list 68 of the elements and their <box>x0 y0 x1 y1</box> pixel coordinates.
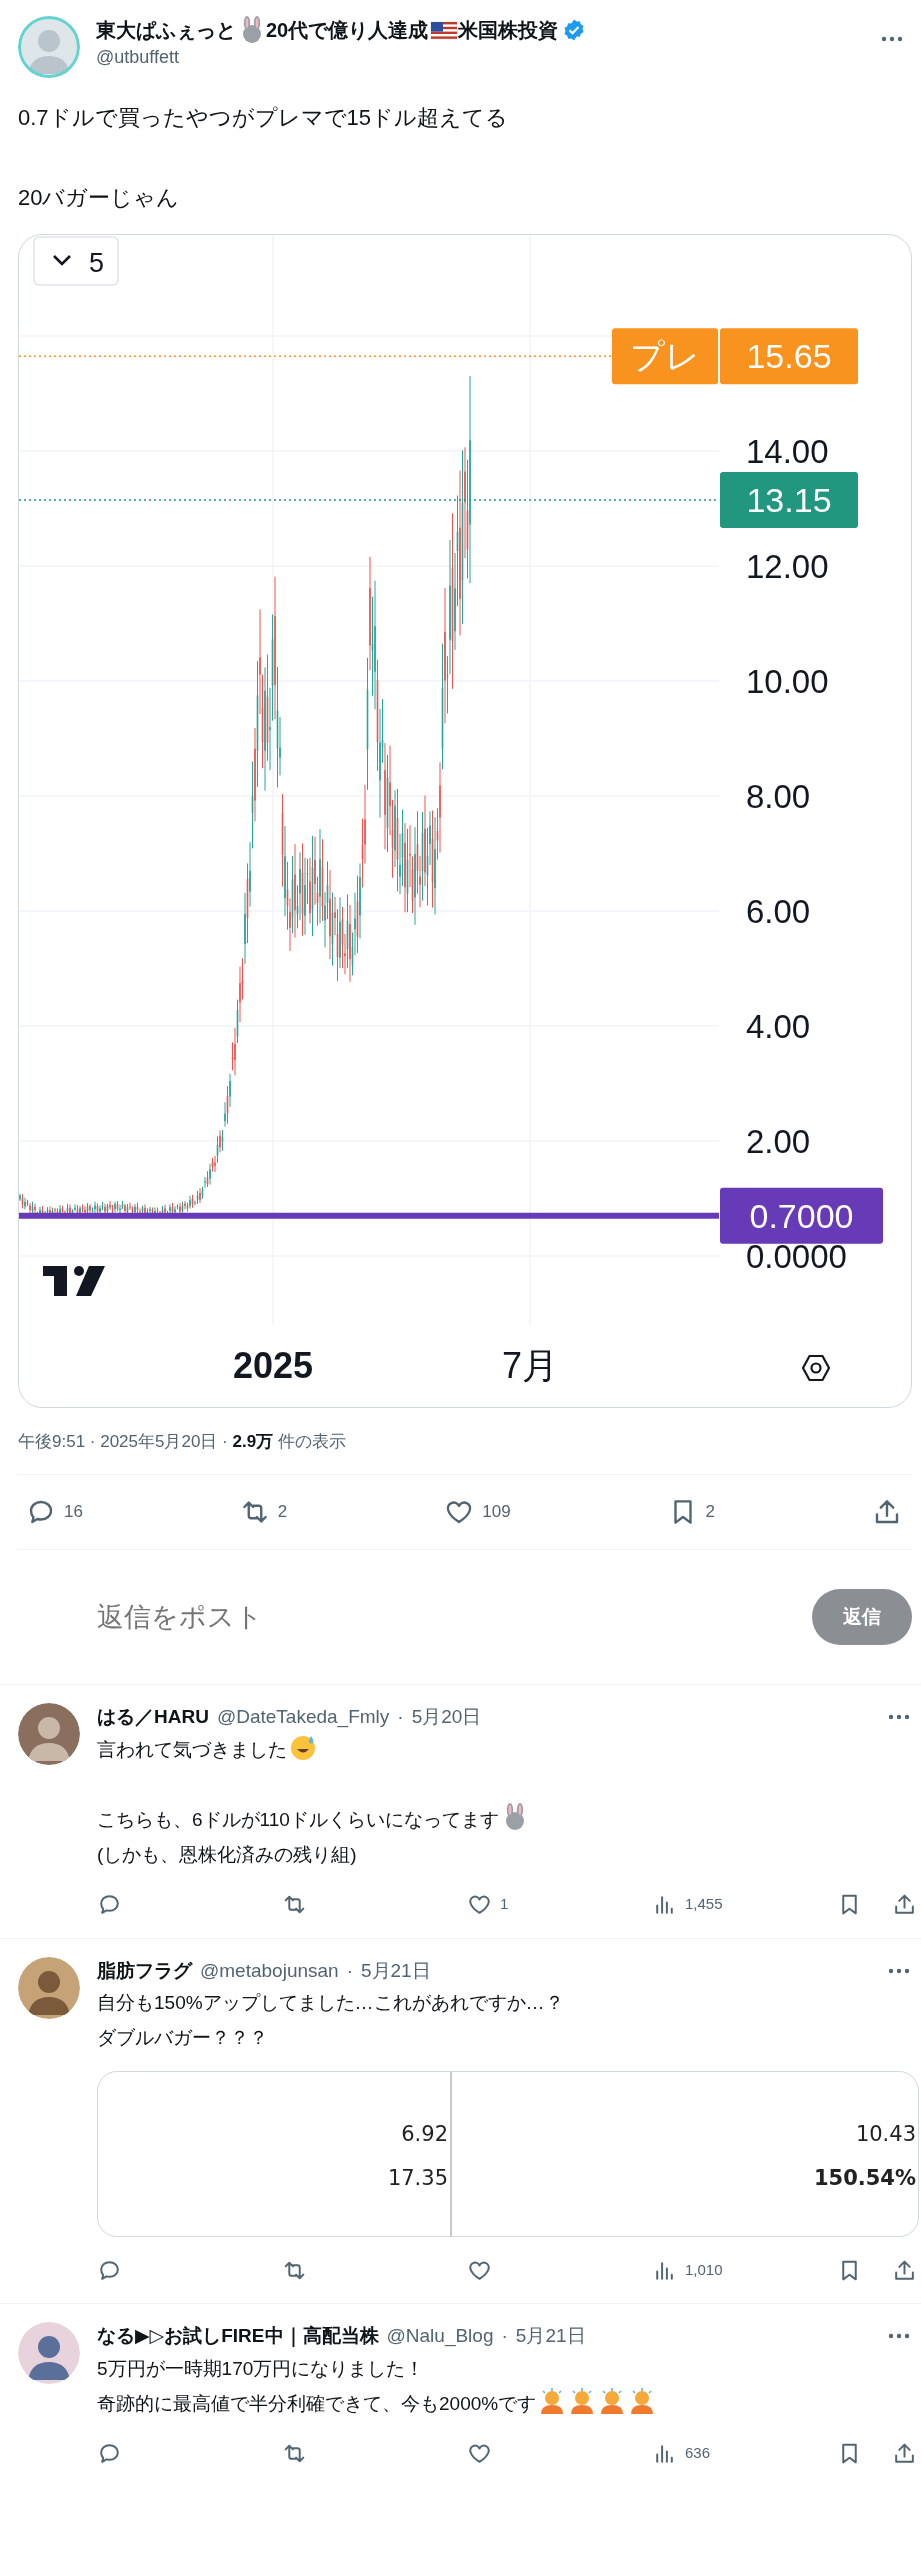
like-button[interactable]: 1 <box>467 1892 652 1917</box>
logo-icon <box>43 1266 105 1296</box>
post-text: 0.7ドルで買ったやつがプレマで15ドル超えてる <box>18 105 509 130</box>
settings-icon[interactable] <box>801 1354 831 1382</box>
session-tag: プレ <box>612 328 718 385</box>
bookmark-button[interactable]: 2 <box>667 1497 716 1527</box>
post-text: 20バガーじゃん <box>18 185 180 210</box>
more-icon[interactable] <box>887 1713 911 1722</box>
reply-icon <box>97 2441 122 2466</box>
avatar[interactable] <box>18 1956 80 2019</box>
post-text: 言われて気づきました <box>97 1738 287 1760</box>
post-text: 5万円が一時期170万円になりました！ <box>97 2357 425 2379</box>
display-name[interactable]: はる／HARU <box>97 1703 209 1732</box>
post-date[interactable]: 5月21日 <box>361 1956 431 1985</box>
share-button[interactable] <box>892 2441 917 2466</box>
table-value: 10.43 <box>855 2122 916 2146</box>
post-meta: 午後9:51 · 2025年5月20日 · 2.9万 件の表示 <box>18 1431 347 1453</box>
price-axis-label: 6.00 <box>746 893 811 930</box>
separator: · <box>397 1705 404 1729</box>
table-value: 150.54% <box>813 2166 916 2190</box>
table-value: 17.35 <box>387 2166 448 2190</box>
display-name[interactable]: 東大ぱふぇっと <box>96 17 236 43</box>
reply-button[interactable]: 16 <box>26 1497 83 1527</box>
share-button[interactable] <box>892 1892 917 1917</box>
separator: · <box>501 2324 508 2348</box>
price-axis-label: 8.00 <box>746 778 811 815</box>
avatar[interactable] <box>18 1703 80 1765</box>
time-axis-label: 7月 <box>502 1345 558 1386</box>
reply-icon <box>97 1892 122 1917</box>
price-axis-label: 14.00 <box>746 433 829 470</box>
price-tag: 15.65 <box>720 328 858 385</box>
post-text: 自分も150%アップしてました…これがあれですか…？ <box>97 1992 564 2013</box>
price-axis-label: 4.00 <box>746 1008 811 1045</box>
post-text: こちらも、6ドルが110ドルくらいになってます <box>97 1808 499 1830</box>
views-button[interactable]: 1,455 <box>652 1892 837 1917</box>
time-axis-label: 2025 <box>232 1345 314 1386</box>
price-axis-label: 12.00 <box>746 548 829 585</box>
display-name[interactable]: 20代で億り人達成 <box>266 17 429 43</box>
share-icon <box>892 1892 917 1917</box>
attached-image[interactable]: 6.92 17.35 10.43 150.54% <box>97 2071 919 2237</box>
post-text: 奇跡的に最高値で半分利確できて、今も2000%です <box>97 2392 537 2414</box>
table-value: 6.92 <box>401 2122 448 2146</box>
interval-dropdown[interactable]: 5 <box>33 236 119 286</box>
handle[interactable]: @metabojunsan <box>200 1956 339 1985</box>
views-button[interactable]: 1,010 <box>652 2257 837 2283</box>
post-date[interactable]: 5月20日 <box>411 1703 482 1732</box>
handle[interactable]: @DateTakeda_Fmly <box>216 1703 390 1732</box>
repost-button[interactable]: 2 <box>239 1497 288 1527</box>
price-tag: 0.7000 <box>720 1187 883 1244</box>
post-text: ダブルバガー？？？ <box>97 2027 268 2048</box>
price-axis-label: 2.00 <box>746 1123 811 1160</box>
more-icon[interactable] <box>880 34 904 43</box>
handle[interactable]: @Nalu_Blog <box>386 2322 494 2351</box>
post-text: (しかも、恩株化済みの残り組) <box>97 1843 357 1865</box>
display-name[interactable]: 米国株投資 <box>458 17 559 43</box>
share-icon <box>892 2441 917 2466</box>
more-icon[interactable] <box>887 2332 911 2341</box>
more-icon[interactable] <box>887 1966 911 1975</box>
price-tag: 13.15 <box>720 471 858 528</box>
views-button[interactable]: 636 <box>652 2441 837 2466</box>
display-name[interactable]: なる▶▷お試しFIRE中｜高配当株 <box>97 2322 379 2351</box>
avatar[interactable] <box>18 2322 80 2384</box>
handle[interactable]: @utbuffett <box>96 44 864 71</box>
separator: · <box>346 1958 353 1983</box>
price-axis-label: 10.00 <box>746 663 829 700</box>
post-date[interactable]: 5月21日 <box>515 2322 586 2351</box>
display-name[interactable]: 脂肪フラグ <box>97 1956 192 1985</box>
like-button[interactable]: 109 <box>444 1497 511 1527</box>
